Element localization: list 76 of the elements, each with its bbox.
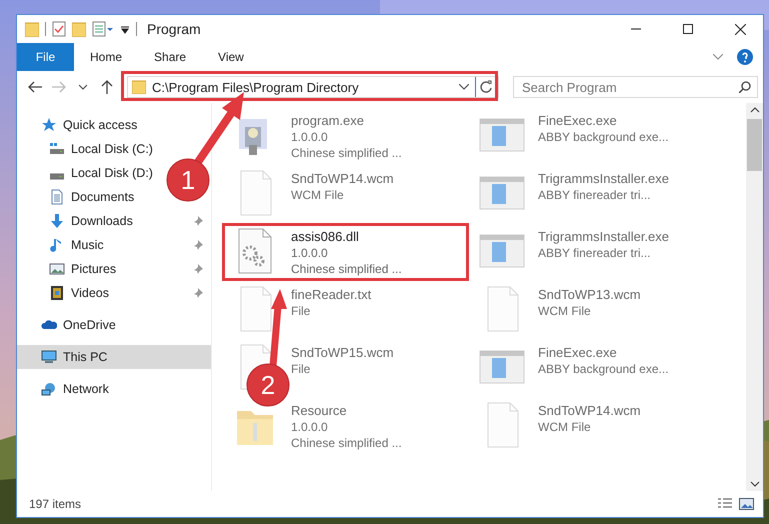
drive-icon (49, 172, 65, 180)
properties-icon[interactable] (92, 21, 114, 37)
file-name: SndToWP14.wcm (538, 403, 641, 418)
file-detail: Chinese simplified ... (291, 436, 402, 450)
ribbon-tab[interactable]: Share (138, 43, 202, 71)
file-detail: ABBY finereader tri... (538, 188, 652, 202)
file-name: TrigrammsInstaller.exe (538, 171, 669, 186)
file-detail: ABBY finereader tri... (538, 246, 652, 260)
file-detail: WCM File (538, 304, 592, 318)
callout-badge: 1 (166, 158, 210, 202)
dropdown-icon[interactable] (120, 24, 130, 34)
address-field[interactable]: C:\Program Files\Program Directory (127, 76, 499, 98)
window-title: Program (147, 21, 201, 37)
nav-item[interactable]: OneDrive (17, 313, 122, 337)
nav-item[interactable]: Documents (17, 185, 140, 209)
scrollbar[interactable] (746, 103, 763, 491)
item-count: 197 items (29, 497, 82, 511)
videos-icon (49, 285, 65, 301)
nav-item[interactable]: Local Disk (D:) (17, 161, 159, 185)
pc-icon (41, 349, 57, 365)
file-detail: WCM File (291, 188, 345, 202)
file-name: FineExec.exe (538, 113, 618, 128)
file-detail: 1.0.0.0 (291, 130, 329, 144)
nav-item[interactable]: Downloads (17, 209, 211, 233)
folder-icon (132, 80, 146, 94)
close-icon (734, 24, 746, 34)
file-detail: Chinese simplified ... (291, 262, 402, 276)
nav-item[interactable]: Local Disk (C:) (17, 137, 159, 161)
file-detail: Chinese simplified ... (291, 146, 402, 160)
file-name: fineReader.txt (291, 287, 372, 302)
minimize-icon (631, 28, 641, 30)
pictures-icon (49, 261, 65, 277)
scroll-thumb[interactable] (747, 119, 762, 171)
back-arrow-icon (28, 81, 42, 93)
network-icon (41, 381, 57, 397)
tiles-view-icon[interactable] (739, 497, 755, 511)
file-detail: 1.0.0.0 (291, 246, 329, 260)
search-icon (739, 81, 751, 93)
file-name: assis086.dll (291, 229, 360, 244)
up-arrow-icon (101, 80, 113, 94)
file-detail: File (291, 304, 312, 318)
search-field[interactable]: Search Program (513, 76, 758, 98)
callout-badge: 2 (246, 364, 290, 406)
file-detail: ABBY background exe... (538, 130, 669, 144)
nav-item[interactable]: Pictures (17, 257, 211, 281)
file-name: FineExec.exe (538, 345, 618, 360)
file-name: SndToWP14.wcm (291, 171, 394, 186)
file-name: SndToWP13.wcm (538, 287, 641, 302)
ribbon-tab[interactable]: View (202, 43, 260, 71)
download-icon (49, 213, 65, 229)
nav-item[interactable]: Quick access (17, 113, 144, 137)
nav-item[interactable]: Network (17, 377, 115, 401)
file-detail: WCM File (538, 420, 592, 434)
nav-item[interactable]: This PC (17, 345, 211, 369)
nav-item[interactable]: Videos (17, 281, 211, 305)
file-name: SndToWP15.wcm (291, 345, 394, 360)
file-detail: ABBY background exe... (538, 362, 669, 376)
search-input[interactable]: Search Program (520, 78, 739, 96)
dropdown-icon[interactable] (459, 84, 469, 90)
file-detail: File (291, 362, 312, 376)
forward-arrow-icon (52, 81, 66, 93)
file-name: program.exe (291, 113, 365, 128)
drive-win-icon (49, 141, 65, 157)
file-detail: 1.0.0.0 (291, 420, 329, 434)
ribbon-tab[interactable]: Home (74, 43, 138, 71)
docs-icon (49, 189, 65, 205)
file-name: Resource (291, 403, 348, 418)
file-name: TrigrammsInstaller.exe (538, 229, 669, 244)
checklist-icon[interactable] (52, 21, 66, 37)
ribbon-tab[interactable]: File (17, 43, 74, 71)
maximize-icon (683, 24, 693, 34)
caret-icon (79, 84, 87, 90)
star-icon (41, 117, 57, 133)
chevron-icon[interactable] (713, 54, 723, 60)
nav-item[interactable]: Music (17, 233, 211, 257)
help-icon[interactable] (737, 49, 753, 65)
